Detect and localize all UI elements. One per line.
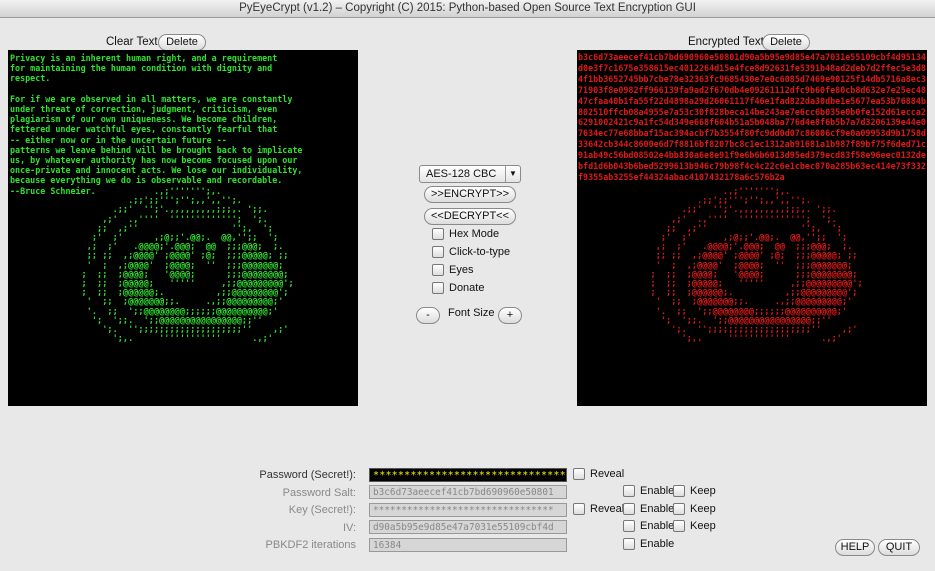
window-title: PyEyeCrypt (v1.2) – Copyright (C) 2015: …: [0, 0, 935, 18]
checkbox-box[interactable]: [673, 485, 685, 498]
keep-label: Keep: [690, 485, 716, 497]
font-size-increase-button[interactable]: +: [498, 307, 522, 324]
eye-ascii-art-red: .,;''''''';,. .;;';;''';'';,,',,'';. .;;…: [650, 187, 863, 345]
salt-label: Password Salt:: [282, 487, 356, 499]
keep-label: Keep: [690, 503, 716, 515]
reveal-label: Reveal: [590, 468, 625, 480]
donate-checkbox[interactable]: Donate: [432, 282, 484, 295]
click-to-type-checkbox[interactable]: Click-to-type: [432, 246, 510, 259]
checkbox-box[interactable]: [623, 520, 635, 533]
font-size-label: Font Size: [448, 307, 495, 319]
eyes-checkbox[interactable]: Eyes: [432, 264, 473, 277]
pbkdf2-field[interactable]: 16384: [369, 538, 567, 552]
quit-button[interactable]: QUIT: [878, 539, 920, 556]
checkbox-box[interactable]: [573, 503, 585, 516]
encrypted-text-area[interactable]: b3c6d73aeecef41cb7bd690960e50801d90a5b95…: [577, 50, 927, 406]
key-label: Key (Secret!):: [288, 504, 356, 516]
hex-mode-label: Hex Mode: [449, 228, 500, 240]
checkbox-box[interactable]: [432, 246, 444, 259]
clear-text-content: Privacy is an inherent human right, and …: [10, 53, 303, 196]
clear-text-delete-button[interactable]: Delete: [158, 34, 206, 51]
enable-label: Enable: [640, 520, 675, 532]
checkbox-box[interactable]: [573, 468, 585, 481]
pbkdf2-enable-checkbox[interactable]: Enable: [623, 538, 674, 551]
checkbox-box[interactable]: [673, 520, 685, 533]
iv-keep-checkbox[interactable]: Keep: [673, 520, 716, 533]
checkbox-box[interactable]: [623, 485, 635, 498]
checkbox-box[interactable]: [432, 282, 444, 295]
enable-label: Enable: [640, 538, 675, 550]
clear-text-label: Clear Text: [106, 36, 158, 48]
key-field[interactable]: ********************************: [369, 503, 567, 517]
decrypt-button[interactable]: <<DECRYPT<<: [424, 208, 516, 225]
key-keep-checkbox[interactable]: Keep: [673, 503, 716, 516]
checkbox-box[interactable]: [673, 503, 685, 516]
encrypted-text-delete-button[interactable]: Delete: [762, 34, 810, 51]
encrypt-button[interactable]: >>ENCRYPT>>: [424, 186, 516, 203]
help-button[interactable]: HELP: [835, 539, 875, 556]
cipher-select-value: AES-128 CBC: [426, 168, 497, 180]
enable-label: Enable: [640, 503, 675, 515]
pbkdf2-label: PBKDF2 iterations: [265, 539, 356, 551]
key-enable-checkbox[interactable]: Enable: [623, 503, 674, 516]
password-field[interactable]: ****************************************…: [369, 468, 567, 482]
checkbox-box[interactable]: [432, 228, 444, 241]
eye-ascii-art-green: .,;''''''';,. .;;';;''';'';,,',,'';. .;;…: [81, 187, 294, 345]
checkbox-box[interactable]: [623, 503, 635, 516]
cipher-select[interactable]: AES-128 CBC ▼: [419, 165, 521, 183]
salt-enable-checkbox[interactable]: Enable: [623, 485, 674, 498]
keep-label: Keep: [690, 520, 716, 532]
iv-enable-checkbox[interactable]: Enable: [623, 520, 674, 533]
reveal-label: Reveal: [590, 503, 625, 515]
encrypted-text-content: b3c6d73aeecef41cb7bd690960e50801d90a5b95…: [578, 52, 926, 182]
password-label: Password (Secret!):: [259, 469, 356, 481]
hex-mode-checkbox[interactable]: Hex Mode: [432, 228, 499, 241]
font-size-decrease-button[interactable]: -: [416, 307, 440, 324]
enable-label: Enable: [640, 485, 675, 497]
password-reveal-checkbox[interactable]: Reveal: [573, 468, 624, 481]
encrypted-text-label: Encrypted Text: [688, 36, 764, 48]
click-to-type-label: Click-to-type: [449, 246, 511, 258]
main-window: Clear Text Delete Encrypted Text Delete …: [0, 18, 935, 571]
chevron-down-icon: ▼: [505, 166, 520, 182]
key-reveal-checkbox[interactable]: Reveal: [573, 503, 624, 516]
donate-label: Donate: [449, 282, 485, 294]
salt-field[interactable]: b3c6d73aeecef41cb7bd690960e50801: [369, 485, 567, 499]
checkbox-box[interactable]: [623, 538, 635, 551]
checkbox-box[interactable]: [432, 264, 444, 277]
iv-field[interactable]: d90a5b95e9d85e47a7031e55109cbf4d: [369, 520, 567, 534]
eyes-label: Eyes: [449, 264, 474, 276]
clear-text-area[interactable]: Privacy is an inherent human right, and …: [8, 50, 358, 406]
iv-label: IV:: [342, 522, 356, 534]
salt-keep-checkbox[interactable]: Keep: [673, 485, 716, 498]
